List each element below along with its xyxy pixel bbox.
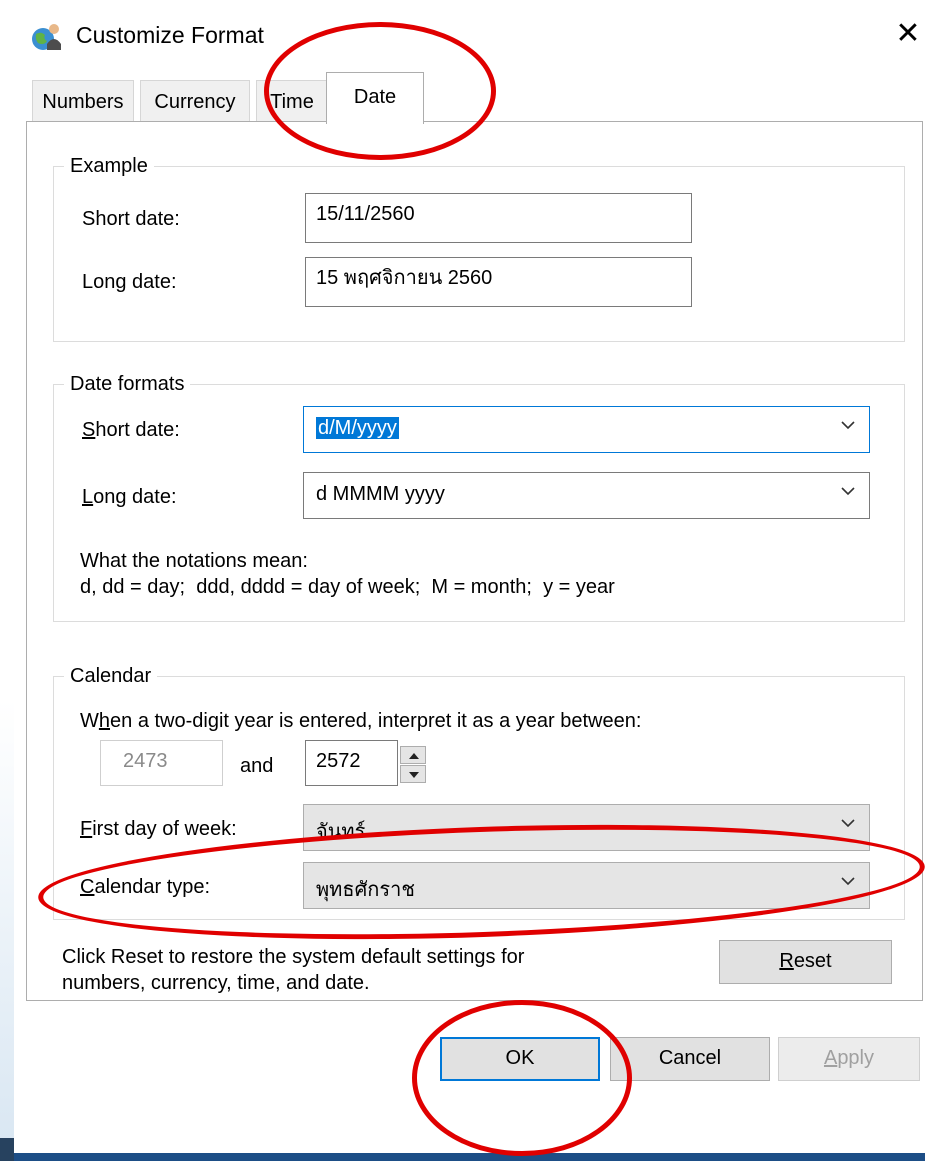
- tab-numbers[interactable]: Numbers: [32, 80, 134, 122]
- year-up-button[interactable]: [400, 746, 426, 764]
- calendar-type-value[interactable]: พุทธศักราช: [316, 873, 415, 905]
- tab-currency[interactable]: Currency: [140, 80, 250, 122]
- apply-button-text: pply: [837, 1047, 875, 1069]
- year-to-field[interactable]: 2572: [305, 740, 398, 786]
- example-legend: Example: [64, 155, 154, 178]
- long-date-label: Long date:: [82, 486, 177, 509]
- ok-button[interactable]: OK: [440, 1037, 600, 1081]
- chevron-down-icon[interactable]: [837, 870, 859, 892]
- cancel-button[interactable]: Cancel: [610, 1037, 770, 1081]
- reset-button-key: R: [779, 950, 794, 972]
- example-short-date-value: 15/11/2560: [316, 203, 415, 225]
- desktop-corner: [0, 1138, 14, 1161]
- close-icon[interactable]: ✕: [892, 14, 924, 54]
- and-label: and: [240, 755, 274, 777]
- long-date-combobox[interactable]: d MMMM yyyy: [303, 472, 870, 519]
- chevron-down-icon[interactable]: [837, 480, 859, 502]
- year-to-value[interactable]: 2572: [316, 750, 361, 772]
- first-day-combobox[interactable]: จันทร์: [303, 804, 870, 851]
- desktop-background-strip: [0, 700, 14, 1161]
- long-date-value[interactable]: d MMMM yyyy: [316, 483, 445, 506]
- long-date-label-key: L: [82, 486, 94, 508]
- two-digit-year-label-text: en a two-digit year is entered, interpre…: [110, 710, 642, 732]
- short-date-label-key: S: [82, 419, 96, 441]
- reset-info-line1: Click Reset to restore the system defaul…: [62, 946, 525, 968]
- reset-button-text: eset: [793, 950, 832, 972]
- first-day-label-text: irst day of week:: [92, 818, 237, 840]
- window-title: Customize Format: [76, 22, 264, 48]
- two-digit-year-label-pre: W: [80, 710, 99, 732]
- example-long-date-value: 15 พฤศจิกายน 2560: [316, 267, 493, 289]
- reset-button[interactable]: Reset: [719, 940, 892, 984]
- first-day-label-key: F: [80, 818, 93, 840]
- tab-date[interactable]: Date: [326, 72, 424, 124]
- calendar-type-combobox[interactable]: พุทธศักราช: [303, 862, 870, 909]
- calendar-type-label: Calendar type:: [80, 876, 210, 899]
- arrow-up-icon: [409, 753, 419, 759]
- calendar-legend: Calendar: [64, 665, 158, 688]
- example-long-date-field: 15 พฤศจิกายน 2560: [305, 257, 692, 307]
- short-date-combobox[interactable]: d/M/yyyy: [303, 406, 870, 453]
- example-long-date-label: Long date:: [82, 271, 177, 293]
- globe-people-icon: [32, 24, 61, 50]
- chevron-down-icon[interactable]: [837, 414, 859, 436]
- short-date-selected-text[interactable]: d/M/yyyy: [316, 417, 399, 439]
- short-date-label: Short date:: [82, 419, 180, 442]
- first-day-value[interactable]: จันทร์: [316, 815, 365, 847]
- two-digit-year-label: When a two-digit year is entered, interp…: [80, 710, 641, 733]
- calendar-type-label-text: alendar type:: [94, 876, 211, 898]
- short-date-label-text: hort date:: [95, 419, 180, 441]
- year-down-button[interactable]: [400, 765, 426, 783]
- tab-time[interactable]: Time: [256, 80, 328, 122]
- long-date-label-text: ong date:: [93, 486, 177, 508]
- two-digit-year-label-key: h: [98, 710, 111, 732]
- date-formats-legend: Date formats: [64, 373, 191, 396]
- chevron-down-icon[interactable]: [837, 812, 859, 834]
- apply-button-key: A: [823, 1047, 838, 1069]
- reset-info-line2: numbers, currency, time, and date.: [62, 972, 370, 994]
- notations-title: What the notations mean:: [80, 550, 308, 572]
- apply-button[interactable]: Apply: [778, 1037, 920, 1081]
- example-short-date-field: 15/11/2560: [305, 193, 692, 243]
- taskbar-edge: [0, 1153, 925, 1161]
- arrow-down-icon: [409, 772, 419, 778]
- notations-text: d, dd = day; ddd, dddd = day of week; M …: [80, 576, 615, 598]
- calendar-type-label-key: C: [80, 876, 95, 898]
- first-day-label: First day of week:: [80, 818, 237, 841]
- year-from-field: 2473: [100, 740, 223, 786]
- example-short-date-label: Short date:: [82, 208, 180, 230]
- year-from-value: 2473: [123, 750, 168, 772]
